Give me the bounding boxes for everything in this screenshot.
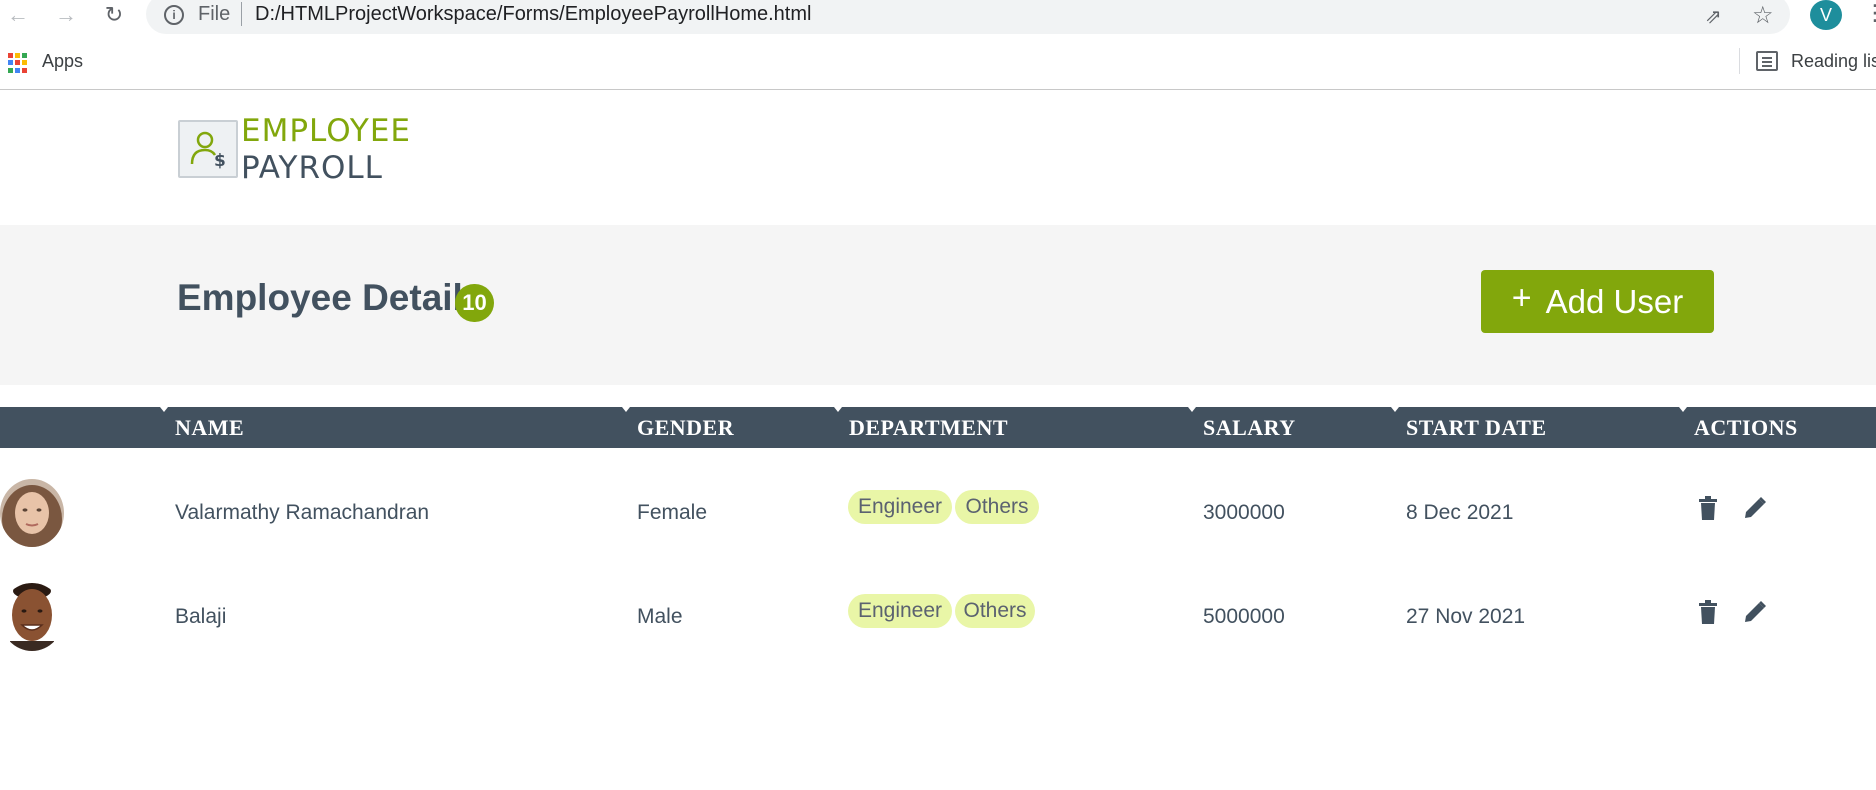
column-divider: [834, 407, 842, 412]
employee-count-badge: 10: [455, 284, 494, 322]
avatar: [0, 479, 64, 547]
column-divider: [622, 407, 630, 412]
department-chip: Others: [955, 490, 1039, 524]
svg-text:$: $: [214, 151, 226, 171]
column-divider: [160, 407, 168, 412]
add-user-button[interactable]: + Add User: [1481, 270, 1714, 333]
employee-gender: Female: [637, 501, 708, 524]
logo-title-line2: PAYROLL: [241, 150, 383, 186]
payroll-logo-icon: $: [178, 120, 238, 178]
share-icon[interactable]: ⇗: [1705, 4, 1722, 29]
more-menu-icon[interactable]: ⋮: [1864, 0, 1876, 26]
add-user-label: Add User: [1545, 282, 1684, 320]
page-title: Employee Details: [177, 277, 484, 318]
department-chip: Engineer: [848, 594, 952, 628]
bookmark-separator: [1739, 48, 1740, 74]
employee-salary: 3000000: [1203, 501, 1285, 524]
reading-list-label[interactable]: Reading lis: [1791, 51, 1876, 72]
column-divider: [1391, 407, 1399, 412]
column-header-salary[interactable]: SALARY: [1203, 415, 1296, 441]
forward-arrow-icon[interactable]: →: [54, 2, 78, 27]
column-header-actions: ACTIONS: [1694, 415, 1798, 440]
apps-grid-icon[interactable]: [8, 53, 28, 73]
table-header: NAME GENDER DEPARTMENT SALARY START DATE…: [0, 407, 1876, 448]
profile-avatar[interactable]: V: [1810, 0, 1842, 30]
plus-icon: +: [1511, 278, 1532, 317]
column-header-name[interactable]: NAME: [175, 415, 244, 441]
employee-salary: 5000000: [1203, 605, 1285, 628]
column-header-department[interactable]: DEPARTMENT: [849, 415, 1008, 441]
column-divider: [1188, 407, 1196, 412]
delete-icon[interactable]: [1697, 600, 1719, 624]
table-row: Valarmathy Ramachandran Female Engineer …: [0, 460, 1876, 564]
employee-name: Valarmathy Ramachandran: [175, 501, 430, 524]
address-separator: [241, 2, 242, 26]
reading-list-icon[interactable]: [1756, 51, 1778, 71]
table-row: Balaji Male Engineer Others 5000000 27 N…: [0, 564, 1876, 668]
edit-icon[interactable]: [1743, 600, 1766, 624]
bookmarks-bar: Apps Reading lis: [0, 36, 1876, 90]
url-text[interactable]: D:/HTMLProjectWorkspace/Forms/EmployeePa…: [255, 3, 811, 26]
logo-title-line1: EMPLOYEE: [241, 113, 412, 149]
info-icon[interactable]: i: [164, 5, 184, 25]
column-header-start-date[interactable]: START DATE: [1406, 415, 1547, 441]
employee-name: Balaji: [175, 605, 227, 628]
delete-icon[interactable]: [1697, 496, 1719, 520]
column-divider: [1679, 407, 1687, 412]
department-chip: Engineer: [848, 490, 952, 524]
bookmark-star-icon[interactable]: ☆: [1752, 1, 1774, 30]
employee-gender: Male: [637, 605, 683, 628]
browser-toolbar: ← → ↻ i File D:/HTMLProjectWorkspace/For…: [0, 0, 1876, 34]
back-arrow-icon[interactable]: ←: [6, 2, 30, 27]
employee-start-date: 27 Nov 2021: [1406, 605, 1526, 628]
reload-icon[interactable]: ↻: [102, 2, 126, 27]
edit-icon[interactable]: [1743, 496, 1766, 520]
apps-bookmark-label[interactable]: Apps: [42, 51, 83, 72]
employee-start-date: 8 Dec 2021: [1406, 501, 1514, 524]
department-chip: Others: [955, 594, 1035, 628]
column-header-gender[interactable]: GENDER: [637, 415, 734, 441]
file-scheme-label: File: [198, 3, 231, 25]
avatar: [0, 583, 64, 651]
